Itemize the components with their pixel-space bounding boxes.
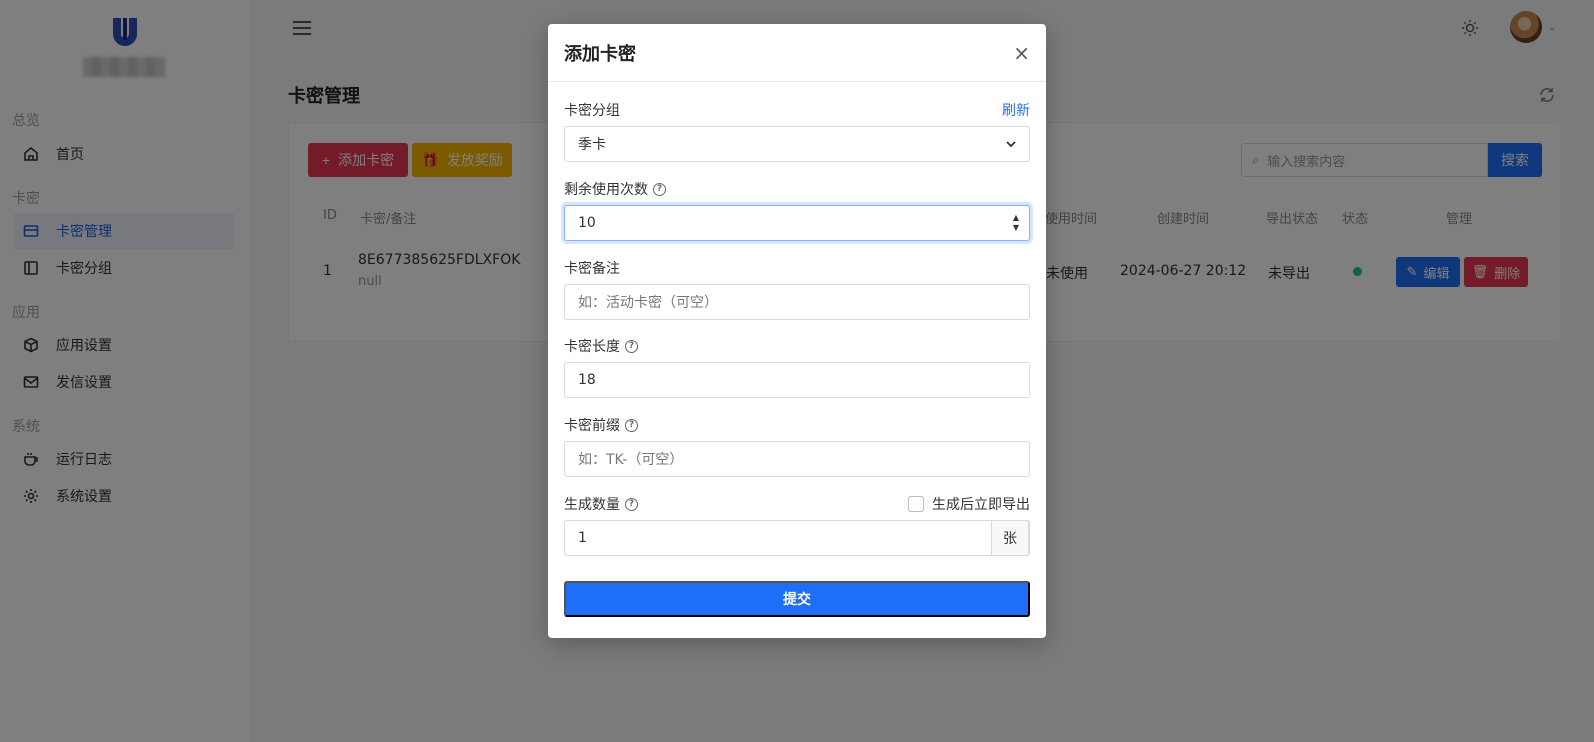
count-input[interactable]: 1 张 — [564, 520, 1030, 556]
export-checkbox-label: 生成后立即导出 — [932, 497, 1030, 513]
uses-input[interactable]: 10 ▲ ▼ — [564, 205, 1030, 241]
group-select-value: 季卡 — [578, 137, 606, 153]
count-label: 生成数量? — [564, 494, 638, 514]
length-input[interactable]: 18 — [564, 362, 1030, 398]
note-label: 卡密备注 — [564, 261, 620, 277]
help-icon[interactable]: ? — [625, 339, 638, 353]
length-label: 卡密长度? — [564, 336, 638, 356]
uses-value: 10 — [578, 215, 596, 231]
submit-button[interactable]: 提交 — [564, 581, 1030, 617]
note-input[interactable]: 如：活动卡密（可空） — [564, 284, 1030, 320]
help-icon[interactable]: ? — [625, 418, 638, 432]
close-icon[interactable]: × — [1013, 41, 1030, 65]
checkbox-box[interactable] — [908, 496, 924, 512]
modal-title: 添加卡密 — [564, 43, 636, 65]
number-spinner-icon[interactable]: ▲ ▼ — [1013, 213, 1019, 233]
uses-label: 剩余使用次数? — [564, 179, 666, 199]
chevron-down-icon — [1006, 141, 1016, 148]
add-card-modal: 添加卡密 × 卡密分组 刷新 季卡 剩余使用次数? 10 ▲ ▼ 卡密备注 如：活… — [548, 24, 1046, 638]
prefix-label: 卡密前缀? — [564, 415, 638, 435]
count-value: 1 — [578, 530, 587, 546]
group-label: 卡密分组 — [564, 103, 620, 119]
group-select[interactable]: 季卡 — [564, 126, 1030, 162]
export-checkbox[interactable]: 生成后立即导出 — [908, 494, 1030, 514]
refresh-link[interactable]: 刷新 — [1002, 100, 1030, 120]
help-icon[interactable]: ? — [625, 497, 638, 511]
prefix-input[interactable]: 如：TK-（可空） — [564, 441, 1030, 477]
count-unit: 张 — [991, 520, 1029, 556]
help-icon[interactable]: ? — [653, 182, 666, 196]
